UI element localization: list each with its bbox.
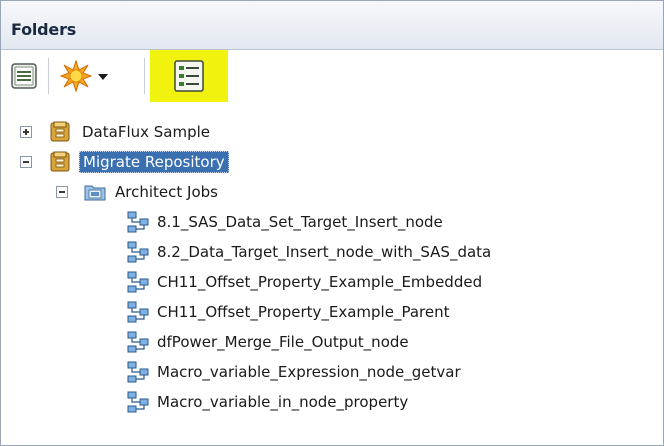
tree-item-job[interactable]: 8.1_SAS_Data_Set_Target_Insert_node	[1, 207, 663, 237]
job-flow-icon	[127, 271, 149, 293]
tree-item-job[interactable]: Macro_variable_in_node_property	[1, 387, 663, 417]
details-list-icon	[174, 60, 204, 92]
collapse-icon[interactable]	[56, 186, 68, 198]
job-flow-icon	[127, 241, 149, 263]
tree-item-label: 8.1_SAS_Data_Set_Target_Insert_node	[157, 213, 443, 231]
tree-item-label: CH11_Offset_Property_Example_Parent	[157, 303, 450, 321]
tree-item-label: 8.2_Data_Target_Insert_node_with_SAS_dat…	[157, 243, 492, 261]
collapse-icon[interactable]	[20, 156, 32, 168]
tree-item-label: dfPower_Merge_File_Output_node	[157, 333, 409, 351]
new-item-button[interactable]	[57, 58, 113, 94]
tree-item-job[interactable]: 8.2_Data_Target_Insert_node_with_SAS_dat…	[1, 237, 663, 267]
tree-item-job[interactable]: dfPower_Merge_File_Output_node	[1, 327, 663, 357]
expand-icon[interactable]	[20, 126, 32, 138]
toolbar-separator	[144, 58, 146, 94]
tree-item-label: Macro_variable_in_node_property	[157, 393, 409, 411]
properties-button[interactable]	[8, 60, 40, 92]
tree-item-label: DataFlux Sample	[82, 123, 211, 141]
toolbar-separator	[48, 58, 50, 94]
tree-item-job[interactable]: CH11_Offset_Property_Example_Embedded	[1, 267, 663, 297]
job-flow-icon	[127, 211, 149, 233]
properties-icon	[11, 63, 37, 89]
job-flow-icon	[127, 331, 149, 353]
folders-toolbar	[1, 50, 663, 114]
tree-item-job[interactable]: CH11_Offset_Property_Example_Parent	[1, 297, 663, 327]
chevron-down-icon[interactable]	[97, 72, 109, 82]
job-flow-icon	[127, 391, 149, 413]
tree-item-label: Macro_variable_Expression_node_getvar	[157, 363, 461, 381]
tree-item-architect-jobs[interactable]: Architect Jobs	[1, 177, 663, 207]
folder-tree: DataFlux Sample Migrate Repository Archi…	[1, 114, 663, 445]
tree-item-label: Migrate Repository	[79, 151, 229, 173]
folders-panel: Folders DataFlux Sample Migrate Reposito…	[0, 0, 664, 446]
details-view-button[interactable]	[150, 50, 228, 102]
repository-icon	[50, 121, 70, 142]
tree-item-job[interactable]: Macro_variable_Expression_node_getvar	[1, 357, 663, 387]
tree-item-label: CH11_Offset_Property_Example_Embedded	[157, 273, 483, 291]
tree-item-dataflux-sample[interactable]: DataFlux Sample	[1, 117, 663, 147]
panel-header: Folders	[1, 1, 663, 50]
tree-item-migrate-repository[interactable]: Migrate Repository	[1, 147, 663, 177]
repository-icon	[50, 151, 70, 172]
tree-item-label: Architect Jobs	[115, 183, 218, 201]
job-flow-icon	[127, 301, 149, 323]
folder-icon	[84, 185, 106, 201]
new-star-icon	[59, 59, 93, 93]
job-flow-icon	[127, 361, 149, 383]
panel-title: Folders	[11, 20, 77, 39]
